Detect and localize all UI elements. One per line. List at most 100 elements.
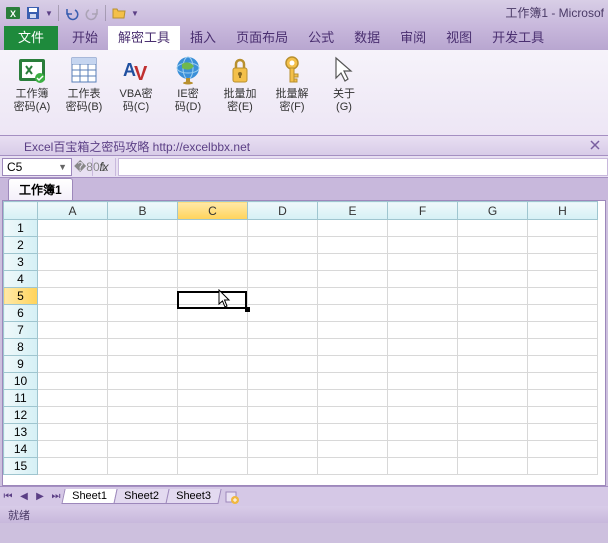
cell[interactable] bbox=[388, 339, 458, 356]
cell[interactable] bbox=[108, 373, 178, 390]
cell[interactable] bbox=[458, 339, 528, 356]
cell[interactable] bbox=[108, 356, 178, 373]
cell[interactable] bbox=[38, 373, 108, 390]
cell[interactable] bbox=[248, 373, 318, 390]
sheet-tab[interactable]: Sheet1 bbox=[61, 489, 117, 504]
cell[interactable] bbox=[318, 458, 388, 475]
cell[interactable] bbox=[318, 322, 388, 339]
cell[interactable] bbox=[458, 356, 528, 373]
row-header[interactable]: 13 bbox=[4, 424, 38, 441]
cell[interactable] bbox=[248, 390, 318, 407]
cell[interactable] bbox=[108, 305, 178, 322]
cell[interactable] bbox=[388, 237, 458, 254]
cell[interactable] bbox=[108, 441, 178, 458]
cell[interactable] bbox=[248, 271, 318, 288]
cell[interactable] bbox=[388, 288, 458, 305]
cell[interactable] bbox=[318, 237, 388, 254]
row-header[interactable]: 10 bbox=[4, 373, 38, 390]
name-box[interactable]: C5 ▼ bbox=[2, 158, 72, 176]
cell[interactable] bbox=[38, 424, 108, 441]
cell[interactable] bbox=[528, 305, 598, 322]
cell[interactable] bbox=[248, 305, 318, 322]
cell[interactable] bbox=[458, 424, 528, 441]
cell[interactable] bbox=[528, 339, 598, 356]
row-header[interactable]: 11 bbox=[4, 390, 38, 407]
cell[interactable] bbox=[318, 339, 388, 356]
workbook-tab[interactable]: 工作簿1 bbox=[8, 178, 73, 200]
cell[interactable] bbox=[528, 424, 598, 441]
cell[interactable] bbox=[108, 254, 178, 271]
cell[interactable] bbox=[178, 458, 248, 475]
cell[interactable] bbox=[178, 373, 248, 390]
cell[interactable] bbox=[458, 322, 528, 339]
cell[interactable] bbox=[388, 254, 458, 271]
column-header[interactable]: E bbox=[318, 202, 388, 220]
cell[interactable] bbox=[388, 407, 458, 424]
cell[interactable] bbox=[38, 441, 108, 458]
row-header[interactable]: 3 bbox=[4, 254, 38, 271]
cell[interactable] bbox=[318, 390, 388, 407]
tab-developer[interactable]: 开发工具 bbox=[482, 23, 554, 50]
row-header[interactable]: 5 bbox=[4, 288, 38, 305]
batch-decrypt-button[interactable]: 批量解密(F) bbox=[270, 54, 314, 114]
save-icon[interactable] bbox=[24, 4, 42, 22]
name-box-dropdown-icon[interactable]: ▼ bbox=[58, 162, 67, 172]
cell[interactable] bbox=[318, 254, 388, 271]
spreadsheet-grid[interactable]: ABCDEFGH123456789101112131415 bbox=[2, 200, 606, 486]
file-tab[interactable]: 文件 bbox=[4, 23, 58, 50]
fx-button[interactable]: fx bbox=[92, 158, 116, 176]
cell[interactable] bbox=[528, 407, 598, 424]
row-header[interactable]: 4 bbox=[4, 271, 38, 288]
row-header[interactable]: 6 bbox=[4, 305, 38, 322]
cell[interactable] bbox=[458, 237, 528, 254]
cell[interactable] bbox=[248, 322, 318, 339]
sheet-tab[interactable]: Sheet2 bbox=[113, 489, 169, 504]
batch-encrypt-button[interactable]: 批量加密(E) bbox=[218, 54, 262, 114]
cell[interactable] bbox=[38, 220, 108, 237]
qat-customize-icon[interactable]: ▼ bbox=[130, 4, 140, 22]
cell[interactable] bbox=[38, 458, 108, 475]
cell[interactable] bbox=[108, 288, 178, 305]
column-header[interactable]: F bbox=[388, 202, 458, 220]
cell[interactable] bbox=[38, 407, 108, 424]
cell[interactable] bbox=[108, 237, 178, 254]
column-header[interactable]: G bbox=[458, 202, 528, 220]
tab-review[interactable]: 审阅 bbox=[390, 23, 436, 50]
cell[interactable] bbox=[318, 424, 388, 441]
cell[interactable] bbox=[318, 373, 388, 390]
cell[interactable] bbox=[38, 322, 108, 339]
cell[interactable] bbox=[248, 339, 318, 356]
select-all-corner[interactable] bbox=[4, 202, 38, 220]
cell[interactable] bbox=[178, 254, 248, 271]
cell[interactable] bbox=[388, 390, 458, 407]
cell[interactable] bbox=[38, 390, 108, 407]
cell[interactable] bbox=[318, 220, 388, 237]
cell[interactable] bbox=[388, 441, 458, 458]
cell[interactable] bbox=[248, 254, 318, 271]
cell[interactable] bbox=[108, 271, 178, 288]
new-sheet-icon[interactable] bbox=[224, 489, 240, 505]
tab-data[interactable]: 数据 bbox=[344, 23, 390, 50]
cell[interactable] bbox=[388, 373, 458, 390]
cell[interactable] bbox=[528, 441, 598, 458]
cell[interactable] bbox=[108, 220, 178, 237]
row-header[interactable]: 14 bbox=[4, 441, 38, 458]
cell[interactable] bbox=[108, 424, 178, 441]
row-header[interactable]: 7 bbox=[4, 322, 38, 339]
tab-page-layout[interactable]: 页面布局 bbox=[226, 23, 298, 50]
cell[interactable] bbox=[108, 407, 178, 424]
cell[interactable] bbox=[248, 288, 318, 305]
column-header[interactable]: A bbox=[38, 202, 108, 220]
column-header[interactable]: B bbox=[108, 202, 178, 220]
tab-decrypt-tools[interactable]: 解密工具 bbox=[108, 23, 180, 50]
cell[interactable] bbox=[38, 254, 108, 271]
row-header[interactable]: 12 bbox=[4, 407, 38, 424]
cell[interactable] bbox=[178, 322, 248, 339]
tab-home[interactable]: 开始 bbox=[62, 23, 108, 50]
cell[interactable] bbox=[458, 305, 528, 322]
cell[interactable] bbox=[388, 356, 458, 373]
row-header[interactable]: 15 bbox=[4, 458, 38, 475]
cell[interactable] bbox=[528, 458, 598, 475]
row-header[interactable]: 8 bbox=[4, 339, 38, 356]
cell[interactable] bbox=[528, 322, 598, 339]
